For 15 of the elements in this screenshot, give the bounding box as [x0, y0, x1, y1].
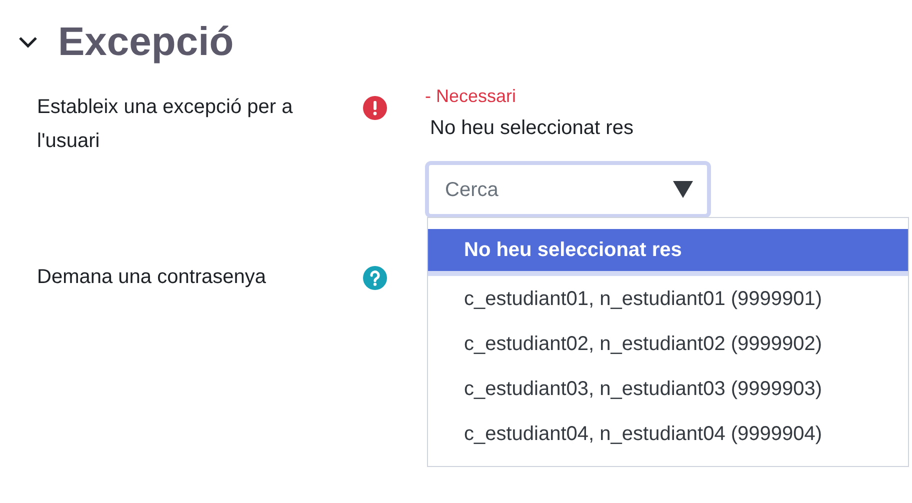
search-select[interactable]: Cerca — [425, 161, 711, 218]
help-icon[interactable] — [363, 266, 387, 290]
selected-value: No heu seleccionat res — [429, 116, 634, 141]
dropdown-option[interactable]: c_estudiant01, n_estudiant01 (9999901) — [428, 276, 908, 321]
dropdown-arrow-icon — [673, 181, 693, 198]
dropdown-option[interactable]: c_estudiant02, n_estudiant02 (9999902) — [428, 321, 908, 366]
required-note: - Necessari — [425, 85, 518, 107]
section-title: Excepció — [58, 19, 234, 66]
field-label: Estableix una excepció per a l'usuari — [37, 95, 294, 154]
dropdown-option[interactable]: c_estudiant04, n_estudiant04 (9999904) — [428, 411, 908, 456]
dropdown-option[interactable]: No heu seleccionat res — [428, 229, 908, 276]
dropdown-option[interactable]: c_estudiant03, n_estudiant03 (9999903) — [428, 366, 908, 411]
search-input[interactable]: Cerca — [445, 174, 645, 204]
field-label: Demana una contrasenya — [37, 265, 268, 290]
error-icon — [363, 96, 387, 120]
